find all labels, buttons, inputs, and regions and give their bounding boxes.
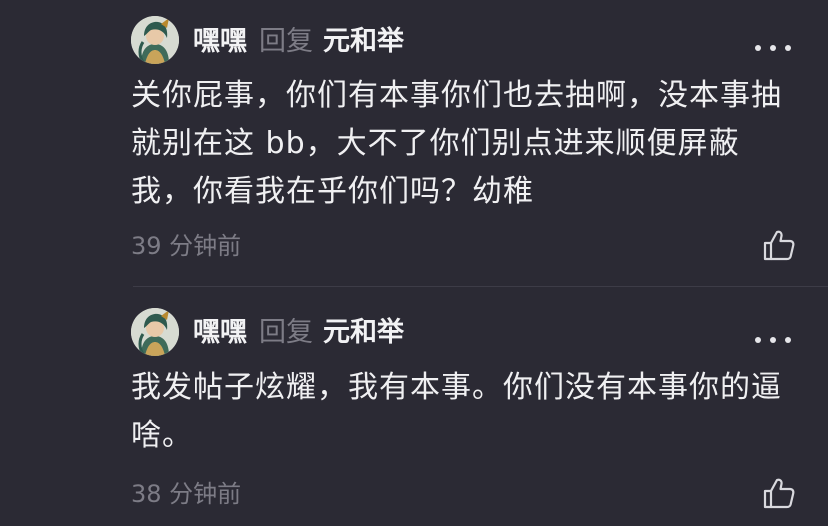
- username[interactable]: 嘿嘿: [193, 310, 247, 349]
- reply-item: 嘿嘿 回复 元和举 我发帖子炫耀，我有本事。你们没有本事你的逼 啥。 38 分钟…: [0, 0, 828, 526]
- like-button[interactable]: [762, 476, 796, 510]
- avatar[interactable]: [131, 308, 179, 356]
- reply-thread: 嘿嘿 回复 元和举 关你屁事，你们有本事你们也去抽啊，没本事抽 就别在这 bb，…: [0, 0, 828, 526]
- thumbs-up-icon: [763, 478, 795, 509]
- more-dots-icon: [785, 337, 791, 343]
- reply-target-username[interactable]: 元和举: [323, 310, 404, 349]
- avatar-image: [131, 308, 179, 356]
- reply-header: 嘿嘿 回复 元和举: [193, 309, 404, 349]
- content-line: 我发帖子炫耀，我有本事。你们没有本事你的逼: [131, 370, 782, 405]
- content-line: 啥。: [131, 418, 193, 453]
- reply-label: 回复: [259, 316, 313, 348]
- reply-content: 我发帖子炫耀，我有本事。你们没有本事你的逼 啥。: [131, 364, 801, 460]
- more-options-button[interactable]: [755, 330, 791, 350]
- more-dots-icon: [770, 337, 776, 343]
- more-dots-icon: [755, 337, 761, 343]
- timestamp: 38 分钟前: [131, 480, 242, 508]
